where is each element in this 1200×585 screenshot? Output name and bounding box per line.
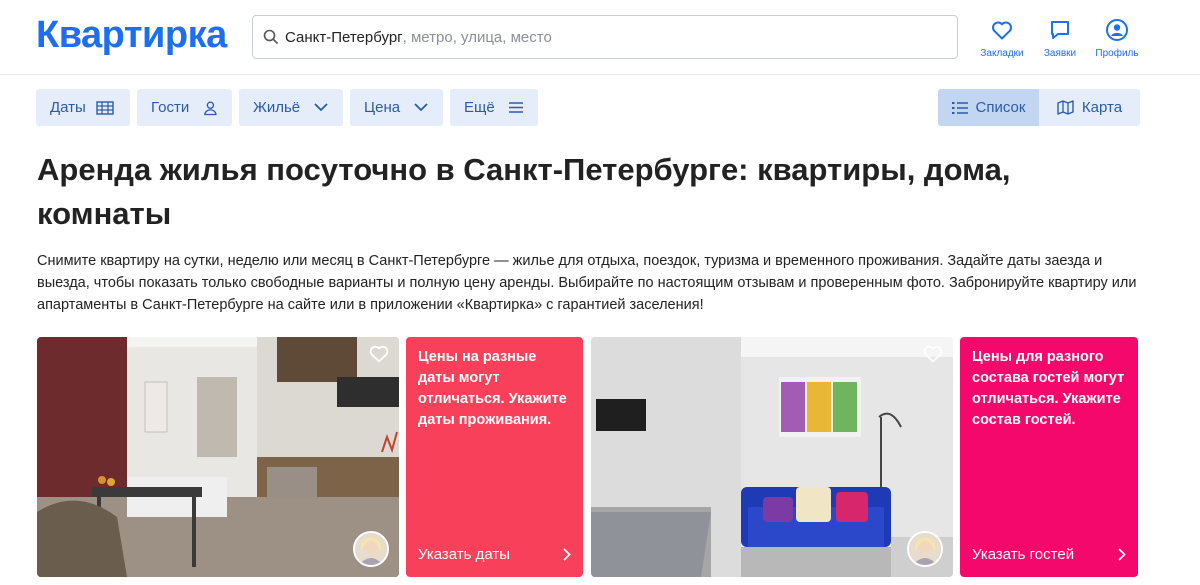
filter-dates[interactable]: Даты — [36, 89, 130, 126]
heart-icon — [992, 21, 1012, 40]
calendar-icon — [96, 100, 114, 115]
filter-guests[interactable]: Гости — [137, 89, 232, 126]
requests-button[interactable]: Заявки — [1030, 18, 1090, 59]
search-input[interactable]: Санкт-Петербург, метро, улица, место — [252, 15, 958, 59]
profile-label: Профиль — [1095, 48, 1139, 59]
map-view-label: Карта — [1081, 99, 1123, 116]
view-toggle: Список Карта — [938, 89, 1140, 126]
set-guests-label: Указать гостей — [972, 546, 1075, 563]
filter-price[interactable]: Цена — [350, 89, 443, 126]
host-avatar — [353, 531, 389, 567]
logo[interactable]: Квартирка — [36, 14, 227, 57]
map-view-button[interactable]: Карта — [1039, 89, 1140, 126]
person-icon — [204, 101, 217, 115]
apartment-photo-image — [37, 337, 399, 577]
bookmarks-button[interactable]: Закладки — [972, 18, 1032, 59]
chevron-right-icon — [563, 548, 571, 561]
bookmarks-label: Закладки — [980, 48, 1024, 59]
promo-card-dates: Цены на разные даты могут отличаться. Ук… — [406, 337, 583, 577]
filter-guests-label: Гости — [151, 99, 190, 116]
search-icon — [263, 29, 279, 45]
menu-icon — [508, 102, 523, 113]
chevron-down-icon — [414, 103, 428, 112]
filter-housing[interactable]: Жильё — [239, 89, 343, 126]
filter-more-label: Ещё — [464, 99, 495, 116]
favorite-heart-icon[interactable] — [923, 345, 943, 363]
map-icon — [1057, 100, 1074, 115]
set-dates-label: Указать даты — [418, 546, 511, 563]
promo-card-guests: Цены для разного состава гостей могут от… — [960, 337, 1138, 577]
chat-icon — [1051, 21, 1069, 39]
filter-price-label: Цена — [364, 99, 401, 116]
listing-photo-1[interactable] — [37, 337, 399, 577]
chevron-right-icon — [1118, 548, 1126, 561]
page-title: Аренда жилья посуточно в Санкт-Петербург… — [37, 152, 1011, 231]
filter-more[interactable]: Ещё — [450, 89, 538, 126]
search-value: Санкт-Петербург — [285, 28, 403, 46]
profile-button[interactable]: Профиль — [1087, 18, 1147, 59]
site-header: Квартирка Санкт-Петербург, метро, улица,… — [0, 0, 1200, 75]
filter-dates-label: Даты — [50, 99, 86, 116]
user-icon — [1106, 19, 1128, 41]
set-guests-link[interactable]: Указать гостей — [972, 546, 1126, 563]
host-avatar — [907, 531, 943, 567]
list-view-label: Список — [975, 99, 1026, 116]
requests-label: Заявки — [1043, 48, 1077, 59]
page-description: Снимите квартиру на сутки, неделю или ме… — [37, 253, 1137, 313]
filter-housing-label: Жильё — [253, 99, 301, 116]
set-dates-link[interactable]: Указать даты — [418, 546, 571, 563]
promo-guests-text: Цены для разного состава гостей могут от… — [972, 349, 1125, 428]
search-placeholder: , метро, улица, место — [402, 28, 552, 46]
apartment-photo-image — [591, 337, 953, 577]
favorite-heart-icon[interactable] — [369, 345, 389, 363]
listing-photo-2[interactable] — [591, 337, 953, 577]
chevron-down-icon — [314, 103, 328, 112]
list-view-button[interactable]: Список — [938, 89, 1039, 126]
list-icon — [951, 101, 968, 114]
promo-dates-text: Цены на разные даты могут отличаться. Ук… — [418, 349, 567, 428]
